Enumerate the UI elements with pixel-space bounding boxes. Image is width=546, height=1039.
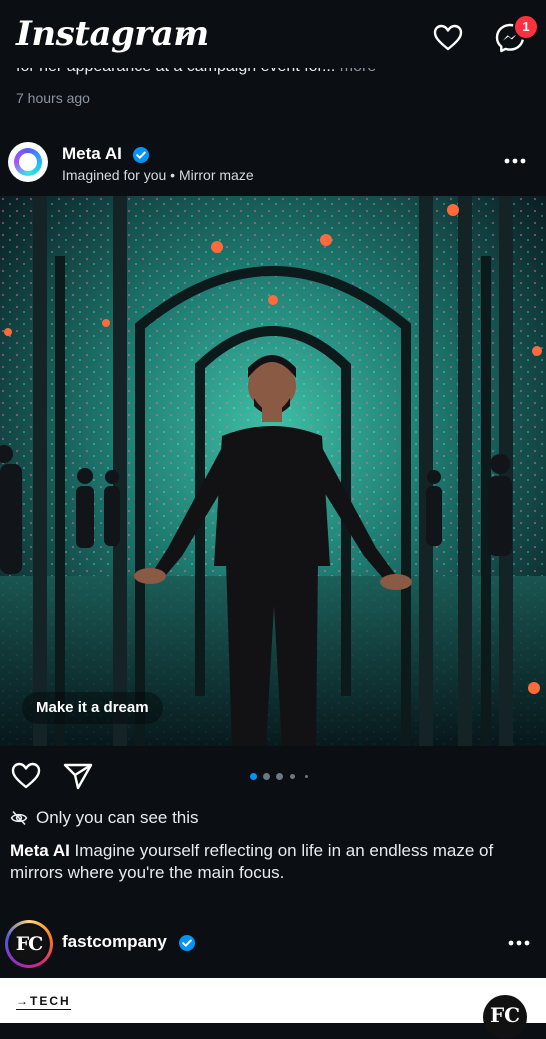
fastcompany-logo: FC: [483, 995, 527, 1039]
privacy-text: Only you can see this: [36, 808, 199, 827]
meta-ai-avatar[interactable]: [8, 142, 48, 182]
previous-post-timestamp: 7 hours ago: [16, 90, 90, 106]
carousel-dot-2: [263, 773, 270, 780]
account-name[interactable]: Meta AI: [62, 144, 122, 164]
carousel-dot-1: [250, 773, 257, 780]
share-send-icon[interactable]: [62, 760, 94, 792]
mirror-maze-image: [0, 196, 546, 746]
more-options-icon[interactable]: [504, 158, 526, 164]
eye-off-icon: [10, 810, 28, 826]
heart-icon[interactable]: [432, 22, 464, 54]
top-bar: Instagram 1: [0, 0, 546, 68]
fastcompany-avatar-text: FC: [11, 926, 47, 962]
chevron-down-icon[interactable]: [176, 31, 190, 41]
post-image[interactable]: Make it a dream: [0, 196, 546, 746]
more-options-icon[interactable]: [508, 940, 530, 946]
verified-badge-icon: [133, 147, 149, 163]
tech-tag: →TECH: [16, 994, 71, 1010]
next-post-header: FC fastcompany: [0, 916, 546, 972]
post-header: Meta AI Imagined for you • Mirror maze: [0, 136, 546, 192]
caption-text: Imagine yourself reflecting on life in a…: [10, 841, 494, 882]
next-post-image[interactable]: →TECH FC: [0, 978, 546, 1039]
next-account-name[interactable]: fastcompany: [62, 932, 167, 952]
fastcompany-avatar[interactable]: FC: [5, 920, 53, 968]
carousel-dot-3: [276, 773, 283, 780]
verified-badge-icon: [179, 935, 195, 951]
make-it-a-dream-button[interactable]: Make it a dream: [22, 692, 163, 724]
carousel-dot-5: [305, 775, 308, 778]
post-caption: Meta AI Imagine yourself reflecting on l…: [10, 840, 530, 884]
caption-author[interactable]: Meta AI: [10, 841, 70, 860]
post-actions: [0, 756, 546, 800]
notification-badge: 1: [513, 14, 539, 40]
post-subtitle[interactable]: Imagined for you • Mirror maze: [62, 167, 254, 183]
carousel-dot-4: [290, 774, 295, 779]
like-heart-icon[interactable]: [10, 760, 42, 792]
